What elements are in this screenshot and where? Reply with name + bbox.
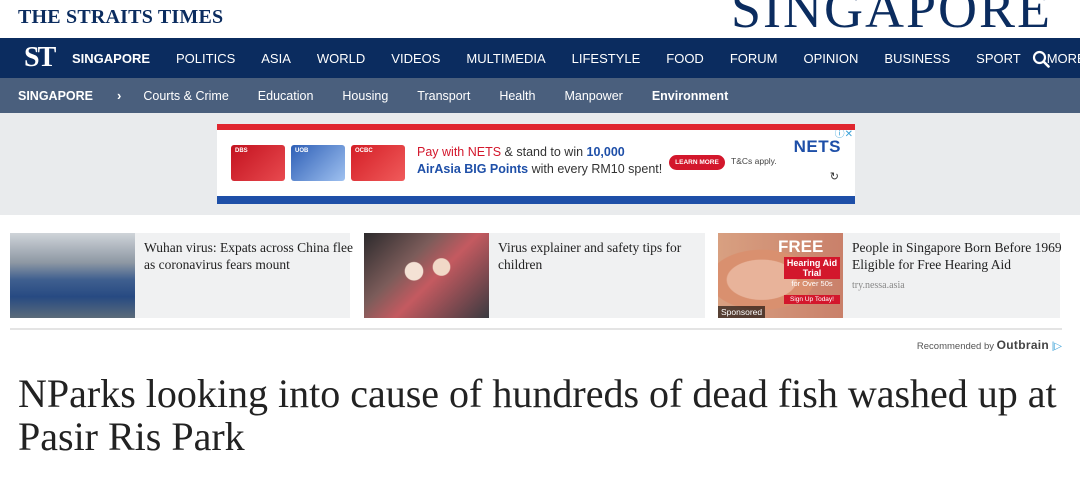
- credit-card-image: OCBC: [351, 145, 405, 181]
- recommended-item[interactable]: Wuhan virus: Expats across China flee as…: [10, 233, 353, 318]
- credit-card-image: UOB: [291, 145, 345, 181]
- nav-item-forum[interactable]: FORUM: [730, 51, 778, 66]
- recommended-source: try.nessa.asia: [852, 280, 905, 291]
- ad-line2-suffix: with every RM10 spent!: [528, 162, 663, 176]
- adchoices-close-icon[interactable]: ⓘ✕: [835, 130, 853, 140]
- brand-logo[interactable]: THE STRAITS TIMES: [18, 6, 223, 29]
- ad-line1-amount: 10,000: [586, 145, 625, 159]
- subnav-item-transport[interactable]: Transport: [417, 89, 470, 103]
- nav-item-sport[interactable]: SPORT: [976, 51, 1021, 66]
- ad-line1-prefix: Pay with NETS: [417, 145, 502, 159]
- nets-banner-ad[interactable]: DBS UOB OCBC Pay with NETS & stand to wi…: [217, 124, 855, 204]
- chevron-right-icon: ›: [117, 88, 122, 103]
- ad-band: DBS UOB OCBC Pay with NETS & stand to wi…: [0, 113, 1080, 215]
- nav-item-world[interactable]: WORLD: [317, 51, 365, 66]
- divider: [10, 328, 1062, 330]
- recommended-title[interactable]: Virus explainer and safety tips for chil…: [498, 239, 708, 273]
- recommended-title[interactable]: Wuhan virus: Expats across China flee as…: [144, 239, 354, 273]
- nav-item-politics[interactable]: POLITICS: [176, 51, 235, 66]
- subnav-section[interactable]: SINGAPORE: [18, 89, 93, 103]
- article-thumbnail[interactable]: [364, 233, 489, 318]
- credit-card-image: DBS: [231, 145, 285, 181]
- outbrain-logo: Outbrain: [996, 338, 1050, 352]
- recommended-item-sponsored[interactable]: FREE Hearing Aid Trial for Over 50s Sign…: [718, 233, 1062, 318]
- subnav-item-housing[interactable]: Housing: [342, 89, 388, 103]
- main-nav: ST SINGAPORE POLITICS ASIA WORLD VIDEOS …: [0, 38, 1080, 78]
- subnav-item-health[interactable]: Health: [499, 89, 535, 103]
- outbrain-arrow-icon: |▷: [1051, 341, 1062, 352]
- replay-icon[interactable]: ↻: [830, 170, 839, 183]
- thumbnail-over-text: for Over 50s: [791, 279, 833, 288]
- subnav-item-environment[interactable]: Environment: [652, 89, 728, 103]
- nav-item-food[interactable]: FOOD: [666, 51, 704, 66]
- nav-item-more[interactable]: MORE: [1047, 51, 1080, 66]
- recommended-item[interactable]: Virus explainer and safety tips for chil…: [364, 233, 705, 318]
- st-logo[interactable]: ST: [24, 42, 56, 74]
- sponsored-badge: Sponsored: [718, 306, 766, 318]
- subnav-item-manpower[interactable]: Manpower: [564, 89, 622, 103]
- ad-line1-middle: & stand to win: [501, 145, 587, 159]
- masthead: THE STRAITS TIMES SINGAPORE: [0, 0, 1080, 38]
- nav-item-asia[interactable]: ASIA: [261, 51, 291, 66]
- ad-line2-prefix: AirAsia BIG Points: [417, 162, 529, 176]
- nav-item-videos[interactable]: VIDEOS: [391, 51, 440, 66]
- nav-item-singapore[interactable]: SINGAPORE: [72, 51, 150, 66]
- search-icon[interactable]: [1032, 50, 1050, 68]
- ad-copy: Pay with NETS & stand to win 10,000 AirA…: [417, 144, 662, 178]
- article-headline: NParks looking into cause of hundreds of…: [18, 371, 1057, 459]
- nets-logo: NETS: [793, 137, 841, 156]
- subnav-item-education[interactable]: Education: [258, 89, 314, 103]
- learn-more-button[interactable]: LEARN MORE: [669, 155, 725, 170]
- thumbnail-free-text: FREE: [778, 237, 824, 256]
- main-nav-items: SINGAPORE POLITICS ASIA WORLD VIDEOS MUL…: [72, 38, 1080, 78]
- recommended-title[interactable]: People in Singapore Born Before 1969 Eli…: [852, 239, 1062, 294]
- thumbnail-signup-text: Sign Up Today!: [784, 295, 840, 304]
- subnav-item-courts-crime[interactable]: Courts & Crime: [143, 89, 228, 103]
- nav-item-opinion[interactable]: OPINION: [804, 51, 859, 66]
- nav-item-lifestyle[interactable]: LIFESTYLE: [572, 51, 641, 66]
- nav-item-multimedia[interactable]: MULTIMEDIA: [466, 51, 545, 66]
- ad-terms: T&Cs apply.: [731, 156, 777, 166]
- sponsored-thumbnail[interactable]: FREE Hearing Aid Trial for Over 50s Sign…: [718, 233, 843, 318]
- nav-item-business[interactable]: BUSINESS: [884, 51, 950, 66]
- outbrain-label: Recommended by: [916, 341, 995, 352]
- nav-item-more-label: MORE: [1046, 50, 1080, 66]
- outbrain-attribution[interactable]: Recommended by Outbrain |▷: [917, 338, 1062, 352]
- recommended-title-text: People in Singapore Born Before 1969 Eli…: [852, 240, 1062, 272]
- sub-nav: SINGAPORE › Courts & Crime Education Hou…: [0, 78, 1080, 113]
- article-thumbnail[interactable]: [10, 233, 135, 318]
- thumbnail-trial-text: Hearing Aid Trial: [784, 257, 840, 279]
- edition-title: SINGAPORE: [730, 0, 1052, 38]
